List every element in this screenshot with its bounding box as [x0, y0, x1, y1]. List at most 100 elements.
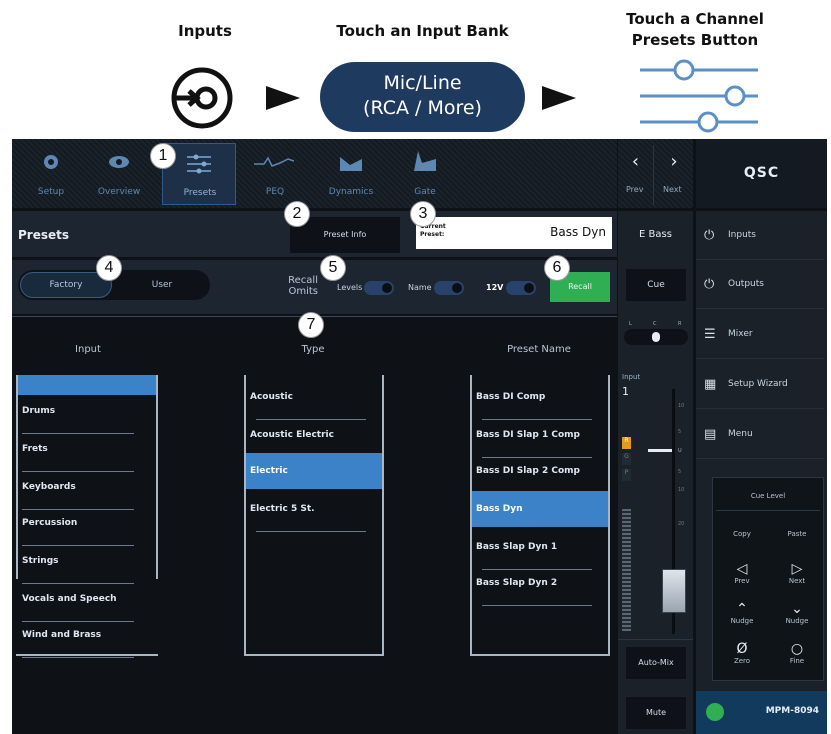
list-bottom-rule: [244, 654, 384, 656]
type-item-electric-5-st[interactable]: Electric 5 St.: [246, 499, 382, 536]
fader-scale-mark: 5: [678, 469, 682, 475]
type-item-acoustic[interactable]: Acoustic: [246, 387, 382, 424]
triangle-right-icon: ▷: [791, 561, 803, 577]
type-item-electric[interactable]: Electric: [246, 453, 382, 489]
copy-button[interactable]: Copy: [715, 519, 769, 553]
next-label: Next: [663, 185, 682, 194]
preset-item-bass-dyn[interactable]: Bass Dyn: [472, 491, 608, 527]
name-label: Name: [408, 283, 432, 292]
input-label: Input: [622, 373, 641, 381]
prev-key[interactable]: ◁ Prev: [715, 557, 769, 591]
v12-toggle[interactable]: [506, 281, 536, 295]
pan-control[interactable]: L C R: [624, 321, 688, 345]
fader-knob[interactable]: [662, 569, 686, 613]
list-item-label: Drums: [22, 406, 56, 416]
presets-title: Presets: [18, 228, 70, 242]
key-label: Next: [788, 577, 806, 585]
chevron-left-icon: ‹: [631, 151, 640, 172]
menu-menu[interactable]: ▤ Menu: [696, 411, 824, 459]
menu-label: Menu: [728, 429, 753, 439]
tab-label: Overview: [97, 187, 141, 197]
nudge-down-key[interactable]: ⌄ Nudge: [770, 597, 824, 631]
outputs-icon: ⏻: [704, 277, 715, 292]
mixer-icon: ☰: [704, 327, 716, 342]
bank-pill-line1: Mic/Line: [383, 72, 462, 94]
tab-overview[interactable]: Overview: [84, 143, 154, 205]
input-item-percussion[interactable]: Percussion: [18, 513, 156, 550]
menu-outputs[interactable]: ⏻ Outputs: [696, 261, 824, 309]
tab-label: Presets: [183, 188, 217, 198]
chevron-down-icon: ⌄: [791, 601, 803, 617]
zero-key[interactable]: Ø Zero: [715, 637, 769, 671]
menu-label: Setup Wizard: [728, 379, 788, 389]
next-key[interactable]: ▷ Next: [770, 557, 824, 591]
row-divider: [22, 433, 134, 434]
row-divider: [256, 531, 366, 532]
menu-label: Mixer: [728, 329, 753, 339]
wizard-icon: ▦: [704, 377, 717, 392]
preset-name-column-header: Preset Name: [507, 344, 571, 355]
nudge-up-key[interactable]: ⌃ Nudge: [715, 597, 769, 631]
input-item-wind-and-brass[interactable]: Wind and Brass: [18, 625, 156, 662]
input-item-selected[interactable]: [18, 375, 156, 395]
step3-label-line1: Touch a Channel: [626, 10, 764, 28]
device-status-bar: MPM-8094: [696, 691, 827, 734]
list-item-label: Bass DI Comp: [476, 392, 546, 402]
gear-icon: [44, 155, 58, 169]
row-divider: [256, 419, 366, 420]
tab-setup[interactable]: Setup: [16, 143, 86, 205]
row-divider: [482, 419, 592, 420]
fader-scale-mark: 5: [678, 429, 682, 435]
current-preset-value: Bass Dyn: [550, 225, 606, 239]
row-divider: [482, 569, 592, 570]
preset-item-bass-di-slap-1-comp[interactable]: Bass DI Slap 1 Comp: [472, 425, 608, 462]
brand-area: QSC: [696, 139, 827, 208]
channel-name: E Bass: [639, 229, 672, 240]
preset-item-bass-slap-dyn-2[interactable]: Bass Slap Dyn 2: [472, 573, 608, 610]
list-item-label: Electric: [250, 466, 288, 476]
preset-item-bass-slap-dyn-1[interactable]: Bass Slap Dyn 1: [472, 537, 608, 574]
row-divider: [482, 457, 592, 458]
name-toggle[interactable]: [434, 281, 464, 295]
arrow-right-icon: [542, 86, 576, 110]
tab-gate[interactable]: Gate: [390, 143, 460, 205]
pan-c-label: C: [653, 321, 657, 327]
list-item-label: Bass Slap Dyn 1: [476, 542, 558, 552]
input-item-keyboards[interactable]: Keyboards: [18, 477, 156, 514]
auto-mix-button[interactable]: Auto-Mix: [626, 647, 686, 679]
meter-p-indicator: P: [622, 469, 631, 481]
list-bottom-rule: [470, 654, 610, 656]
next-channel-button[interactable]: › Next: [656, 145, 692, 205]
menu-inputs[interactable]: ⏻ Inputs: [696, 212, 824, 260]
input-item-vocals-and-speech[interactable]: Vocals and Speech: [18, 589, 156, 626]
key-label: Nudge: [785, 617, 809, 625]
input-item-strings[interactable]: Strings: [18, 551, 156, 588]
meter-g-indicator: G: [622, 453, 631, 465]
callout-1: 1: [150, 143, 176, 169]
tab-peq[interactable]: PEQ: [240, 143, 310, 205]
user-button[interactable]: User: [116, 272, 208, 298]
cue-level-button[interactable]: Cue Level: [716, 481, 820, 511]
levels-toggle[interactable]: [364, 281, 394, 295]
menu-mixer[interactable]: ☰ Mixer: [696, 311, 824, 359]
row-divider: [22, 583, 134, 584]
preset-item-bass-di-comp[interactable]: Bass DI Comp: [472, 387, 608, 424]
fine-key[interactable]: ○ Fine: [770, 637, 824, 671]
paste-button[interactable]: Paste: [770, 519, 824, 553]
current-preset-label-2: Preset:: [420, 231, 445, 238]
input-item-frets[interactable]: Frets: [18, 439, 156, 476]
pan-r-label: R: [678, 321, 682, 327]
list-item-label: Vocals and Speech: [22, 594, 117, 604]
tab-label: Gate: [414, 187, 436, 197]
list-item-label: Bass Dyn: [476, 504, 523, 514]
cue-button[interactable]: Cue: [626, 269, 686, 301]
meter-r-indicator: R: [622, 437, 631, 449]
tab-dynamics[interactable]: Dynamics: [316, 143, 386, 205]
menu-label: Inputs: [728, 230, 756, 240]
mute-button[interactable]: Mute: [626, 697, 686, 729]
unity-mark: [648, 449, 672, 452]
prev-channel-button[interactable]: ‹ Prev: [618, 145, 654, 205]
inputs-icon: ⏻: [704, 228, 715, 243]
input-item-drums[interactable]: Drums: [18, 401, 156, 438]
menu-setup-wizard[interactable]: ▦ Setup Wizard: [696, 361, 824, 409]
